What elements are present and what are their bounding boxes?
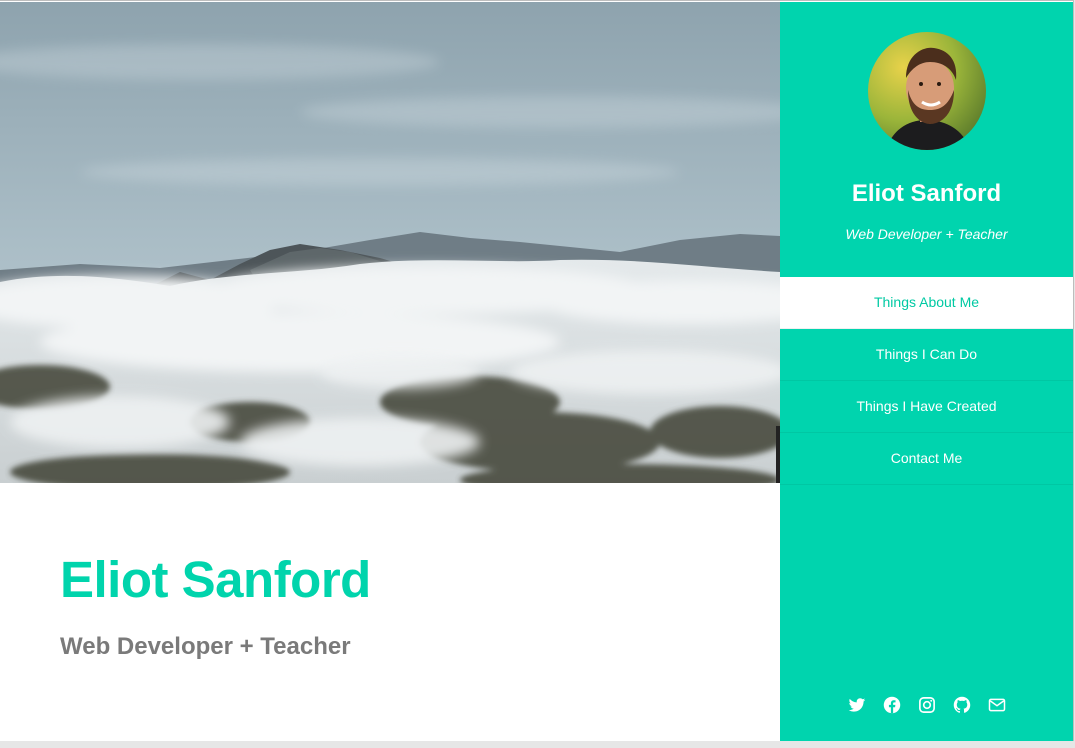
nav-item-things-i-can-do[interactable]: Things I Can Do [780,329,1073,381]
sidebar-name: Eliot Sanford [851,180,1002,207]
hero-image [0,2,780,483]
nav-item-things-about-me[interactable]: Things About Me [780,277,1073,329]
sidebar: Eliot Sanford Web Developer + Teacher Th… [780,2,1073,741]
page-frame: Eliot Sanford Web Developer + Teacher El… [0,0,1074,741]
instagram-icon[interactable] [918,696,936,714]
page-title: Eliot Sanford [60,551,371,608]
envelope-icon[interactable] [988,696,1006,714]
twitter-icon[interactable] [848,696,866,714]
sidebar-tagline: Web Developer + Teacher [845,226,1008,242]
github-icon[interactable] [953,696,971,714]
sidebar-nav: Things About Me Things I Can Do Things I… [780,277,1073,485]
nav-item-contact-me[interactable]: Contact Me [780,433,1073,485]
avatar [868,32,986,150]
facebook-icon[interactable] [883,696,901,714]
nav-item-things-i-have-created[interactable]: Things I Have Created [780,381,1073,433]
social-links [780,696,1073,714]
page-subtitle: Web Developer + Teacher [60,633,351,660]
